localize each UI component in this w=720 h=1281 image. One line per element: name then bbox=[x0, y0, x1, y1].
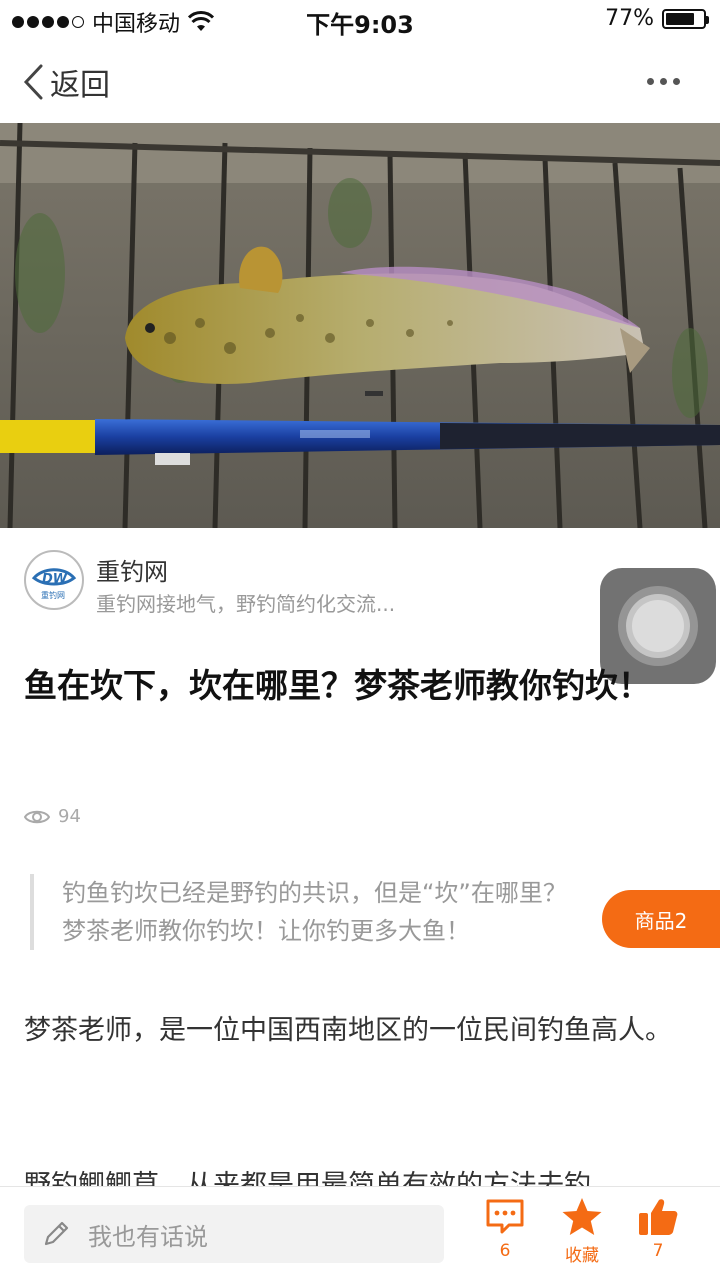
author-logo-icon: DW 重钓网 bbox=[28, 554, 80, 606]
goods-tab-button[interactable]: 商品2 bbox=[602, 890, 720, 948]
view-count: 94 bbox=[24, 806, 81, 827]
author-info[interactable]: DW 重钓网 重钓网 重钓网接地气，野钓简约化交流... bbox=[24, 550, 624, 616]
eye-icon bbox=[24, 810, 50, 823]
comment-input[interactable]: 我也有话说 bbox=[24, 1205, 444, 1263]
chevron-left-icon bbox=[23, 64, 43, 100]
like-count: 7 bbox=[652, 1241, 664, 1261]
author-description: 重钓网接地气，野钓简约化交流... bbox=[96, 592, 396, 616]
author-avatar[interactable]: DW 重钓网 bbox=[24, 550, 84, 610]
comments-button[interactable]: 6 bbox=[475, 1197, 535, 1261]
comment-bubble-icon bbox=[486, 1199, 524, 1234]
quote-line-1: 钓鱼钓坎已经是野钓的共识，但是“坎”在哪里？ bbox=[62, 879, 567, 907]
back-label: 返回 bbox=[50, 68, 110, 103]
svg-text:重钓网: 重钓网 bbox=[41, 590, 65, 600]
star-icon bbox=[562, 1198, 602, 1235]
article-title: 鱼在坎下，坎在哪里？梦茶老师教你钓坎！ bbox=[24, 666, 651, 705]
article-summary-quote: 钓鱼钓坎已经是野钓的共识，但是“坎”在哪里？ 梦茶老师教你钓坎！让你钓更多大鱼！ bbox=[30, 874, 670, 950]
back-button[interactable]: 返回 bbox=[22, 60, 110, 104]
status-right: 77% bbox=[605, 6, 709, 31]
nav-bar: 返回 bbox=[0, 40, 720, 123]
favorite-label: 收藏 bbox=[565, 1246, 599, 1266]
author-name[interactable]: 重钓网 bbox=[96, 552, 168, 587]
pencil-icon bbox=[44, 1221, 69, 1246]
battery-percent: 77% bbox=[605, 6, 654, 31]
more-dots-icon[interactable] bbox=[647, 78, 680, 85]
like-button[interactable]: 7 bbox=[628, 1197, 688, 1261]
svg-text:DW: DW bbox=[42, 572, 68, 587]
bottom-action-bar: 我也有话说 6 收藏 7 bbox=[0, 1186, 720, 1281]
thumbs-up-icon bbox=[639, 1199, 678, 1235]
comment-placeholder: 我也有话说 bbox=[88, 1222, 208, 1251]
comment-count: 6 bbox=[499, 1241, 511, 1261]
article-paragraph-1: 梦茶老师，是一位中国西南地区的一位民间钓鱼高人。 bbox=[24, 1015, 672, 1046]
view-count-value: 94 bbox=[58, 806, 81, 827]
fish-photo bbox=[0, 123, 720, 528]
favorite-button[interactable]: 收藏 bbox=[552, 1197, 612, 1266]
article-hero-image bbox=[0, 123, 720, 528]
battery-icon bbox=[662, 8, 709, 29]
quote-line-2: 梦茶老师教你钓坎！让你钓更多大鱼！ bbox=[62, 917, 470, 945]
status-bar: 中国移动 下午9:03 77% bbox=[0, 0, 720, 40]
